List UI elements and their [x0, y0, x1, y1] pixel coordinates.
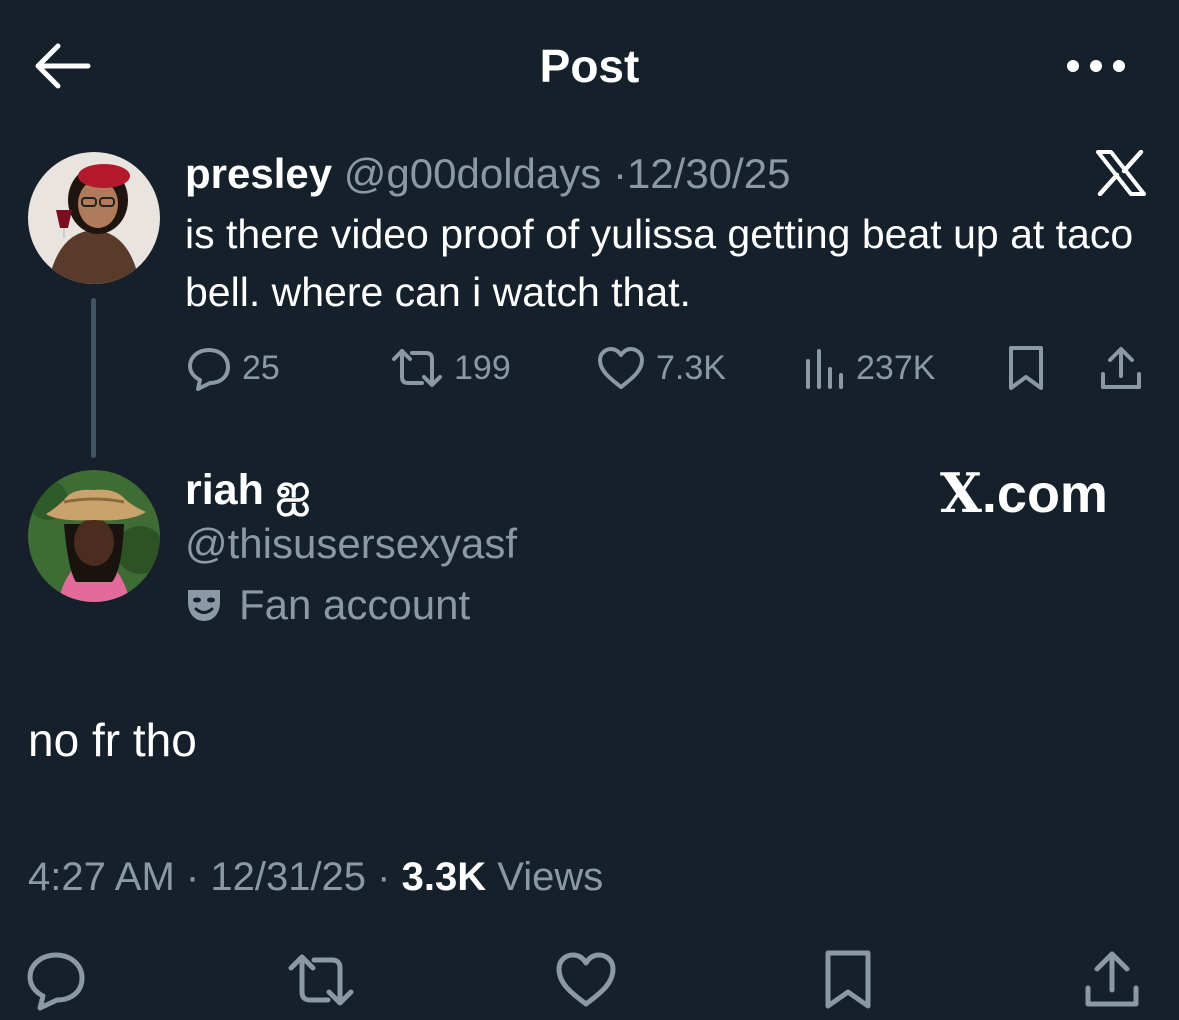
like-count: 7.3K	[656, 348, 726, 387]
x-logo-icon	[1096, 150, 1146, 196]
x-logo	[1096, 150, 1146, 196]
account-label: Fan account	[185, 579, 470, 631]
bookmark-action[interactable]	[1006, 340, 1056, 396]
repost-count: 199	[454, 348, 511, 387]
post-time[interactable]: 4:27 AM	[28, 855, 175, 899]
avatar[interactable]	[28, 470, 160, 602]
quoted-post-text: is there video proof of yulissa getting …	[185, 211, 1134, 315]
theater-masks-icon	[188, 590, 220, 621]
views-label: Views	[497, 855, 604, 899]
views-count: 3.3K	[401, 855, 487, 899]
reply-action[interactable]: 25	[186, 340, 280, 396]
reply-text: no fr tho	[28, 714, 197, 766]
like-icon	[598, 347, 644, 389]
more-options-button[interactable]	[1062, 48, 1130, 84]
views-icon	[806, 349, 843, 389]
repost-icon	[288, 954, 354, 1006]
share-action[interactable]	[1098, 340, 1154, 396]
reply-author-name[interactable]: riah ஐ	[185, 463, 310, 517]
share-icon	[1101, 347, 1141, 389]
separator: ·	[377, 855, 391, 899]
post-date[interactable]: 12/31/25	[210, 855, 366, 899]
reply-icon	[27, 952, 85, 1011]
views-count: 237K	[856, 348, 936, 387]
avatar[interactable]	[28, 152, 160, 284]
repost-action[interactable]: 199	[390, 340, 511, 396]
bookmark-button[interactable]	[820, 948, 884, 1012]
x-com-watermark: X.com	[940, 462, 1108, 525]
repost-icon	[392, 349, 442, 387]
reply-icon	[188, 348, 230, 391]
share-button[interactable]	[1080, 948, 1144, 1012]
author-name[interactable]: presley	[185, 150, 332, 197]
author-handle[interactable]: @g00doldays	[344, 150, 601, 197]
like-icon	[556, 952, 616, 1007]
views-action[interactable]: 237K	[802, 340, 935, 396]
separator: ·	[185, 855, 200, 899]
quoted-post-header: presley @g00doldays ·12/30/25	[185, 148, 790, 200]
reply-author-handle[interactable]: @thisusersexyasf	[185, 518, 517, 570]
reply-count: 25	[242, 348, 280, 387]
reply-button[interactable]	[24, 948, 88, 1012]
post-date[interactable]: 12/30/25	[627, 150, 791, 197]
account-label-text: Fan account	[239, 581, 471, 628]
more-icon	[1067, 60, 1125, 72]
thread-line	[91, 298, 96, 458]
post-meta: 4:27 AM · 12/31/25 · 3.3K Views	[28, 852, 603, 902]
x-com-glyph: X	[940, 461, 982, 525]
page-title: Post	[539, 40, 640, 92]
bookmark-icon	[825, 950, 871, 1009]
separator: ·	[612, 150, 627, 197]
x-com-text: .com	[981, 464, 1108, 524]
like-action[interactable]: 7.3K	[596, 340, 726, 396]
bookmark-icon	[1009, 346, 1043, 390]
like-button[interactable]	[554, 948, 618, 1012]
repost-button[interactable]	[286, 948, 354, 1012]
share-icon	[1085, 951, 1139, 1007]
